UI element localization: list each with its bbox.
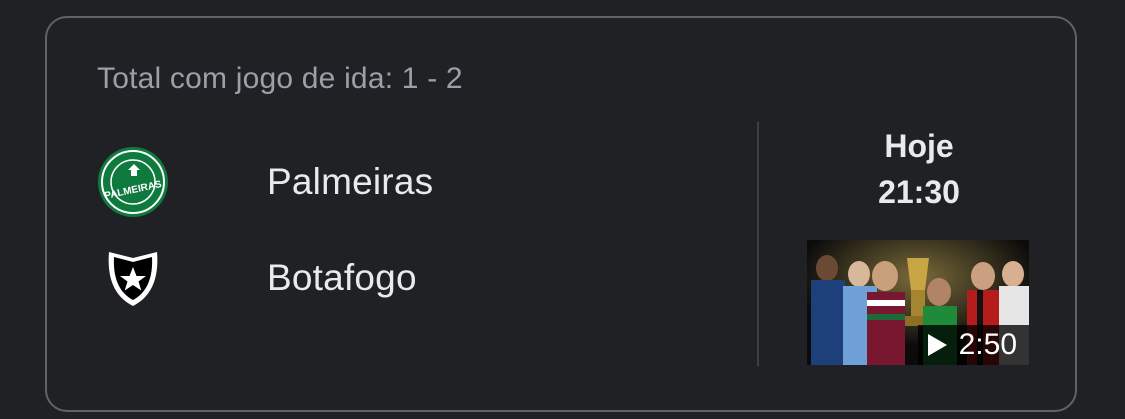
highlights-video-thumbnail[interactable]: 2:50 xyxy=(807,240,1029,365)
video-duration: 2:50 xyxy=(958,328,1017,361)
match-card[interactable]: Total com jogo de ida: 1 - 2 PALMEIRAS P… xyxy=(45,16,1077,412)
match-time: 21:30 xyxy=(878,174,960,210)
match-day: Hoje xyxy=(884,128,954,164)
home-team-name: Palmeiras xyxy=(267,161,434,202)
aggregate-score: Total com jogo de ida: 1 - 2 xyxy=(97,62,463,95)
column-divider xyxy=(757,122,759,366)
away-team-row[interactable]: Botafogo xyxy=(97,242,417,314)
away-team-name: Botafogo xyxy=(267,257,417,298)
palmeiras-crest-icon: PALMEIRAS xyxy=(97,146,169,218)
play-icon xyxy=(927,334,947,356)
video-duration-badge: 2:50 xyxy=(917,325,1029,365)
botafogo-star-shield-icon xyxy=(97,242,169,314)
home-team-row[interactable]: PALMEIRAS Palmeiras xyxy=(97,146,433,218)
